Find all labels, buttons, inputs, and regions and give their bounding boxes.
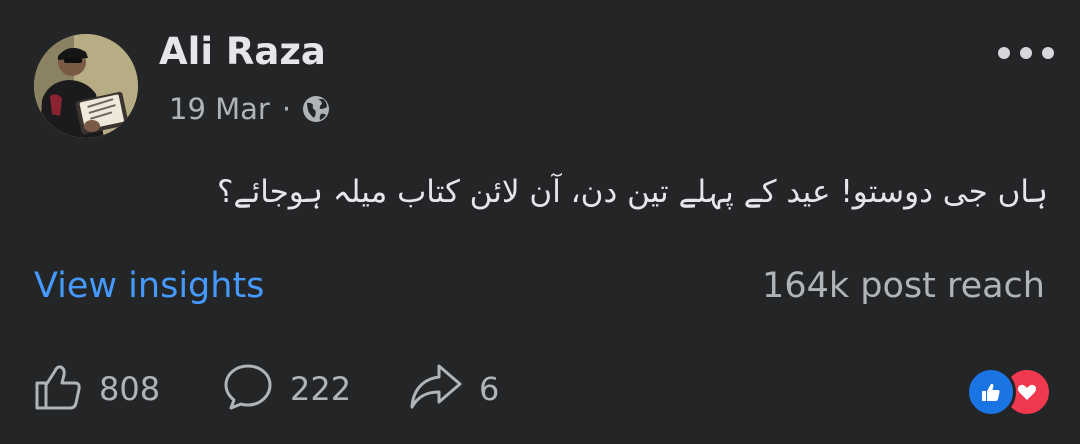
comment-icon (222, 361, 274, 417)
share-icon (409, 362, 463, 416)
share-button[interactable]: 6 (409, 363, 499, 415)
post-reach: 164k post reach (762, 266, 1045, 306)
reactions-summary[interactable] (966, 367, 1052, 417)
thumbs-up-icon (33, 362, 83, 416)
author-name[interactable]: Ali Raza (159, 30, 326, 73)
avatar[interactable] (34, 34, 138, 138)
like-button[interactable]: 808 (33, 363, 160, 415)
avatar-photo (34, 34, 138, 138)
post-date[interactable]: 19 Mar (169, 92, 270, 126)
more-options-icon[interactable] (998, 38, 1054, 68)
post-meta: 19 Mar · (169, 92, 331, 126)
view-insights-link[interactable]: View insights (34, 266, 264, 306)
like-reaction-icon (966, 367, 1016, 417)
post-card: Ali Raza 19 Mar · ہاں جی دوستو! عید کے پ… (0, 0, 1080, 444)
comment-button[interactable]: 222 (222, 363, 351, 415)
like-count: 808 (99, 370, 161, 408)
comment-count: 222 (290, 370, 352, 408)
globe-icon[interactable] (301, 94, 331, 124)
post-text: ہاں جی دوستو! عید کے پہلے تین دن، آن لائ… (216, 174, 1048, 210)
share-count: 6 (479, 370, 500, 408)
meta-separator: · (281, 92, 292, 126)
